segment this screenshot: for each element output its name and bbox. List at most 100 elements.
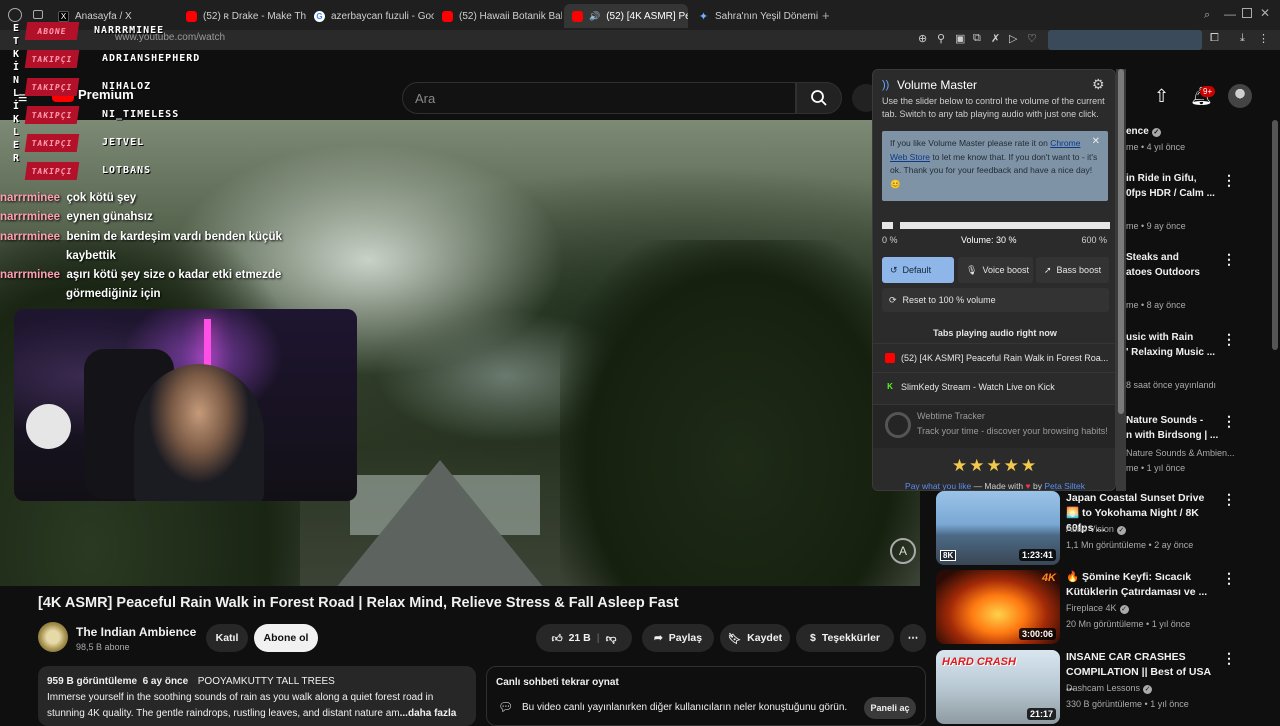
more-options-icon[interactable]: ⋮ (1222, 491, 1236, 508)
list-item[interactable]: 8K 1:23:41 Japan Coastal Sunset Drive 🌅 … (936, 491, 1236, 565)
rec-partial-title[interactable]: usic with Rain (1126, 330, 1193, 345)
description-line: Immerse yourself in the soothing sounds … (47, 692, 434, 703)
webtime-tracker-promo[interactable]: Webtime Tracker Track your time - discov… (873, 404, 1115, 448)
search-input[interactable]: Ara (402, 82, 796, 114)
tab-drake[interactable]: (52) ʀ Drake - Make Them (178, 4, 306, 28)
close-icon[interactable]: ✕ (1260, 6, 1270, 20)
slider-thumb[interactable] (893, 220, 899, 231)
rec-partial-title-2[interactable]: n with Birdsong | ... (1126, 428, 1218, 443)
rec-partial-title[interactable]: in Ride in Gifu, (1126, 171, 1197, 186)
rec-partial-title[interactable]: Steaks and (1126, 250, 1179, 265)
avatar[interactable] (1228, 84, 1252, 108)
scrollbar-thumb[interactable] (1118, 69, 1124, 414)
video-thumbnail[interactable]: 4K 3:00:06 (936, 570, 1060, 644)
follower-badge: TAKIPÇI (24, 106, 80, 124)
tab-hawaii[interactable]: (52) Hawaii Botanik Bahçe (434, 4, 562, 28)
tab-sahra[interactable]: ✦ Sahra'nın Yeşil Dönemi ve (690, 4, 818, 28)
audio-tab-item[interactable]: K SlimKedy Stream - Watch Live on Kick (873, 372, 1115, 400)
tab-label: (52) [4K ASMR] Peace (606, 10, 688, 22)
channel-name[interactable]: The Indian Ambience (76, 625, 196, 639)
video-thumbnail[interactable]: HARD CRASH 21:17 (936, 650, 1060, 724)
rec-partial-stats: 8 saat önce yayınlandı (1126, 380, 1217, 390)
search-button[interactable] (796, 82, 842, 114)
volume-slider[interactable] (882, 220, 1110, 231)
voice-boost-button[interactable]: 🎙︎ Voice boost (958, 257, 1033, 283)
more-options-icon[interactable]: ⋮ (1222, 570, 1236, 587)
audio-tab-item[interactable]: (52) [4K ASMR] Peaceful Rain Walk in For… (873, 343, 1115, 371)
reset-volume-button[interactable]: ⟳ Reset to 100 % volume (882, 288, 1109, 312)
rec-partial-title-2[interactable]: ' Relaxing Music ... (1126, 345, 1215, 360)
rec-partial-title-2[interactable]: 0fps HDR / Calm ... (1126, 186, 1215, 201)
new-tab-button[interactable]: + (822, 8, 830, 23)
description-tags[interactable]: POOYAMKUTTY TALL TREES (198, 676, 335, 687)
bookmark-heart-icon[interactable]: ♡ (1027, 32, 1037, 45)
puzzle-icon[interactable]: ⧠ (1210, 32, 1219, 45)
slider-fill (882, 222, 893, 229)
speaker-icon: 🔊 (589, 10, 601, 21)
more-options-icon[interactable]: ⋮ (1222, 331, 1236, 348)
chat-line: narrrminee çok kötü şey (0, 192, 136, 204)
popup-scrollbar[interactable] (1116, 69, 1126, 491)
channel-watermark-icon[interactable]: A (890, 538, 916, 564)
pay-link[interactable]: Pay what you like (905, 481, 971, 490)
extensions-bar[interactable] (1048, 30, 1202, 50)
more-options-icon[interactable]: ⋮ (1222, 251, 1236, 268)
thanks-button[interactable]: $ Teşekkürler (796, 624, 894, 652)
tab-search-icon[interactable] (33, 10, 43, 19)
rec-channel[interactable]: Fireplace 4K ✓ (1066, 603, 1129, 614)
zoom-icon[interactable]: ⊕ (918, 32, 927, 45)
tab-active-asmr[interactable]: 🔊 (52) [4K ASMR] Peace (564, 4, 688, 28)
share-button[interactable]: ➦ Paylaş (642, 624, 714, 652)
rec-title[interactable]: 🔥 Şömine Keyfi: Sıcacık Kütüklerin Çatır… (1066, 570, 1218, 600)
rec-partial-title-2[interactable]: atoes Outdoors (1126, 265, 1200, 280)
rec-partial-title[interactable]: Nature Sounds - (1126, 413, 1203, 428)
chat-line: narrrminee aşırı kötü şey size o kadar e… (0, 269, 281, 281)
default-button[interactable]: ↺ Default (882, 257, 954, 283)
open-panel-button[interactable]: Paneli aç (864, 697, 916, 719)
page-scrollbar[interactable] (1272, 120, 1278, 350)
channel-name: Abao Vision (1066, 524, 1114, 534)
more-options-icon[interactable]: ⋮ (1222, 413, 1236, 430)
video-description[interactable]: 959 B görüntüleme 6 ay önce POOYAMKUTTY … (38, 666, 476, 726)
like-dislike-group[interactable]: 👍︎ 21 B | 👎︎ (536, 624, 632, 652)
search-icon[interactable]: ⌕ (1204, 9, 1210, 22)
rec-channel[interactable]: Abao Vision ✓ (1066, 524, 1126, 535)
save-button[interactable]: 🔖︎ Kaydet (720, 624, 790, 652)
translate-icon[interactable]: ✗ (991, 32, 1000, 45)
youtube-icon (442, 10, 453, 22)
audio-tab-label: (52) [4K ASMR] Peaceful Rain Walk in For… (901, 352, 1109, 363)
more-options-icon[interactable]: ⋮ (1222, 172, 1236, 189)
author-link[interactable]: Peta Siltek (1044, 481, 1085, 490)
volume-readout: Volume: 30 % (961, 235, 1017, 245)
list-item[interactable]: HARD CRASH 21:17 INSANE CAR CRASHES COMP… (936, 650, 1236, 724)
minimize-icon[interactable]: — (1224, 7, 1236, 21)
bass-boost-button[interactable]: ➚ Bass boost (1036, 257, 1109, 283)
video-thumbnail[interactable]: 8K 1:23:41 (936, 491, 1060, 565)
menu-dots-icon[interactable]: ⋮ (1258, 32, 1269, 45)
subscribe-button[interactable]: Abone ol (254, 624, 318, 652)
thumbs-up-icon[interactable]: 👍︎ (552, 632, 563, 645)
channel-avatar[interactable] (38, 622, 68, 652)
play-icon[interactable]: ▷ (1009, 32, 1017, 45)
youtube-icon (885, 352, 895, 363)
close-icon[interactable]: ✕ (1092, 135, 1100, 149)
tab-google[interactable]: Gazerbaycan fuzuli - Google (306, 4, 434, 28)
screenshot-icon[interactable]: ▣ (955, 32, 965, 45)
rating-stars[interactable]: ★★★★★ (873, 456, 1115, 476)
more-options-icon[interactable]: ⋮ (1222, 650, 1236, 667)
more-actions-icon[interactable]: ⋯ (900, 624, 926, 652)
rec-channel[interactable]: Dashcam Lessons ✓ (1066, 683, 1153, 694)
list-item[interactable]: 4K 3:00:06 🔥 Şömine Keyfi: Sıcacık Kütük… (936, 570, 1236, 644)
join-button[interactable]: Katıl (206, 624, 248, 652)
show-more-link[interactable]: ...daha fazla (400, 708, 457, 719)
follower-name: LOTBANS (102, 165, 152, 176)
gear-icon[interactable]: ⚙ (1092, 76, 1105, 93)
rec-partial-title[interactable]: ence ✓ (1126, 124, 1161, 139)
thumbs-down-icon[interactable]: 👎︎ (606, 632, 617, 645)
pin-icon[interactable]: ⚲ (937, 32, 945, 45)
share-page-icon[interactable]: ⧉ (973, 32, 981, 45)
browser-menu-icon[interactable] (8, 8, 22, 22)
maximize-icon[interactable] (1242, 8, 1252, 18)
upload-icon[interactable]: ⇧ (1154, 86, 1169, 107)
download-icon[interactable]: ⤓ (1240, 32, 1245, 45)
